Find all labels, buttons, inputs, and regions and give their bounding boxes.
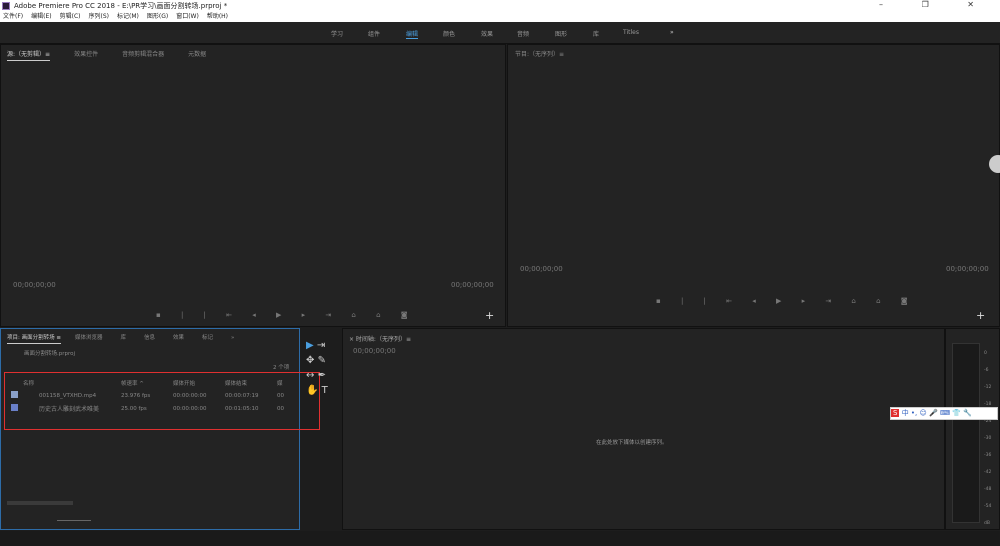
item-count: 2 个项 (273, 365, 290, 371)
tab-timeline[interactable]: × 时间轴:（无序列）≡ (349, 334, 411, 343)
ime-emoji-icon[interactable]: ☺ (920, 409, 927, 417)
menu-help[interactable]: 帮助(H) (207, 13, 228, 20)
ws-more[interactable]: » (670, 29, 674, 36)
timeline-timecode[interactable]: 00;00;00;00 (353, 347, 396, 355)
tab-more[interactable]: » (231, 335, 234, 341)
horizontal-scrollbar[interactable] (7, 501, 73, 505)
razor-tool-icon[interactable]: ✎ (318, 355, 326, 366)
program-duration: 00;00;00;00 (946, 265, 989, 273)
menu-bar: 文件(F) 编辑(E) 剪辑(C) 序列(S) 标记(M) 图形(G) 窗口(W) 帮助(H) (0, 12, 1000, 22)
zoom-slider[interactable] (57, 520, 91, 521)
menu-graphics[interactable]: 图形(G) (147, 13, 168, 20)
ws-graphics[interactable]: 图形 (555, 29, 567, 38)
ime-chinese-mode[interactable]: 中 (902, 409, 909, 417)
menu-clip[interactable]: 剪辑(C) (60, 13, 81, 20)
meter-ticks: 0 -6 -12 -18 -24 -30 -36 -42 -48 -54 dB (984, 345, 991, 532)
ws-color[interactable]: 颜色 (443, 29, 455, 38)
program-transport-controls[interactable]: ▪ | | ⇤ ◂ ▶ ▸ ⇥ ⌂ ⌂ ◙ (656, 297, 917, 305)
app-icon (2, 2, 10, 10)
tab-library[interactable]: 库 (120, 335, 126, 341)
ime-toolbar[interactable]: S 中 •, ☺ 🎤 ⌨ 👕 🔧 (890, 407, 998, 420)
menu-sequence[interactable]: 序列(S) (89, 13, 110, 20)
project-file-name: 画面分割转场.prproj (24, 351, 76, 357)
meter-tick: dB (984, 521, 990, 526)
drop-media-hint: 在此处放下媒体以创建序列。 (596, 440, 668, 446)
source-timecode-in[interactable]: 00;00;00;00 (13, 281, 56, 289)
timeline-panel: × 时间轴:（无序列）≡ 00;00;00;00 在此处放下媒体以创建序列。 (342, 328, 945, 530)
tab-audio-mixer[interactable]: 音频剪辑混合器 (122, 51, 164, 58)
menu-file[interactable]: 文件(F) (3, 13, 23, 20)
window-title: Adobe Premiere Pro CC 2018 - E:\PR学习\画面分… (14, 2, 228, 10)
pen-tool-icon[interactable]: ✒ (318, 370, 326, 381)
tab-markers[interactable]: 标记 (202, 335, 213, 341)
ws-library[interactable]: 库 (593, 29, 599, 38)
hand-tool-icon[interactable]: ✋ (306, 385, 318, 396)
tab-media-browser[interactable]: 媒体浏览器 (75, 335, 103, 341)
floating-ball[interactable] (989, 155, 1000, 173)
ime-voice-icon[interactable]: 🎤 (929, 409, 938, 417)
program-add-button[interactable]: + (976, 309, 985, 322)
tools-panel: ▶ ⇥ ✥ ✎ ↔ ✒ ✋ T (306, 338, 336, 398)
status-bar (0, 531, 1000, 546)
source-timecode-duration: 00;00;00;00 (451, 281, 494, 289)
menu-edit[interactable]: 编辑(E) (31, 13, 51, 20)
highlight-box (4, 372, 320, 430)
slip-tool-icon[interactable]: ↔ (306, 370, 314, 381)
audio-meter: 0 -6 -12 -18 -24 -30 -36 -42 -48 -54 dB (945, 328, 1000, 530)
meter-tick: -30 (984, 436, 992, 441)
ripple-edit-tool-icon[interactable]: ✥ (306, 355, 314, 366)
selection-tool-icon[interactable]: ▶ (306, 340, 314, 351)
tab-effect-controls[interactable]: 效果控件 (74, 51, 98, 58)
meter-tick: -6 (984, 368, 989, 373)
ws-learn[interactable]: 学习 (331, 29, 343, 38)
track-select-tool-icon[interactable]: ⇥ (317, 340, 325, 351)
tab-project[interactable]: 项目: 画面分割转场 ≡ (7, 335, 61, 344)
ws-titles[interactable]: Titles (623, 29, 639, 36)
meter-tick: 0 (984, 351, 987, 356)
ime-skin-icon[interactable]: 👕 (952, 409, 961, 417)
ws-audio[interactable]: 音频 (517, 29, 529, 38)
ws-editing[interactable]: 编辑 (406, 29, 419, 39)
tab-source[interactable]: 源:（无剪辑）≡ (7, 51, 51, 61)
source-transport-controls[interactable]: ▪ | | ⇤ ◂ ▶ ▸ ⇥ ⌂ ⌂ ◙ (156, 311, 417, 319)
ime-punctuation[interactable]: •, (911, 409, 917, 417)
ime-settings-icon[interactable]: 🔧 (963, 409, 972, 417)
meter-tick: -54 (984, 504, 992, 509)
program-timecode[interactable]: 00;00;00;00 (520, 265, 563, 273)
tab-info[interactable]: 信息 (144, 335, 155, 341)
ime-keyboard-icon[interactable]: ⌨ (940, 409, 950, 417)
type-tool-icon[interactable]: T (322, 385, 328, 396)
tab-program[interactable]: 节目:（无序列）≡ (515, 51, 564, 58)
title-bar: Adobe Premiere Pro CC 2018 - E:\PR学习\画面分… (0, 0, 1000, 12)
window-controls[interactable]: – ❐ ✕ (879, 0, 992, 9)
workspace-bar: 学习 组件 编辑 颜色 效果 音频 图形 库 Titles » (0, 22, 1000, 44)
tab-metadata[interactable]: 元数据 (188, 51, 206, 58)
source-monitor: 源:（无剪辑）≡ 效果控件 音频剪辑混合器 元数据 00;00;00;00 00;00… (0, 44, 506, 327)
meter-tick: -42 (984, 470, 992, 475)
menu-marker[interactable]: 标记(M) (117, 13, 139, 20)
meter-bar (952, 343, 980, 523)
ws-assembly[interactable]: 组件 (368, 29, 380, 38)
meter-tick: -12 (984, 385, 992, 390)
menu-window[interactable]: 窗口(W) (176, 13, 199, 20)
program-monitor: 节目:（无序列）≡ 00;00;00;00 00;00;00;00 ▪ | | … (507, 44, 1000, 327)
meter-tick: -36 (984, 453, 992, 458)
meter-tick: -48 (984, 487, 992, 492)
ws-effects[interactable]: 效果 (481, 29, 493, 38)
tab-effects[interactable]: 效果 (173, 335, 184, 341)
source-add-button[interactable]: + (485, 309, 494, 322)
ime-logo[interactable]: S (891, 409, 900, 417)
